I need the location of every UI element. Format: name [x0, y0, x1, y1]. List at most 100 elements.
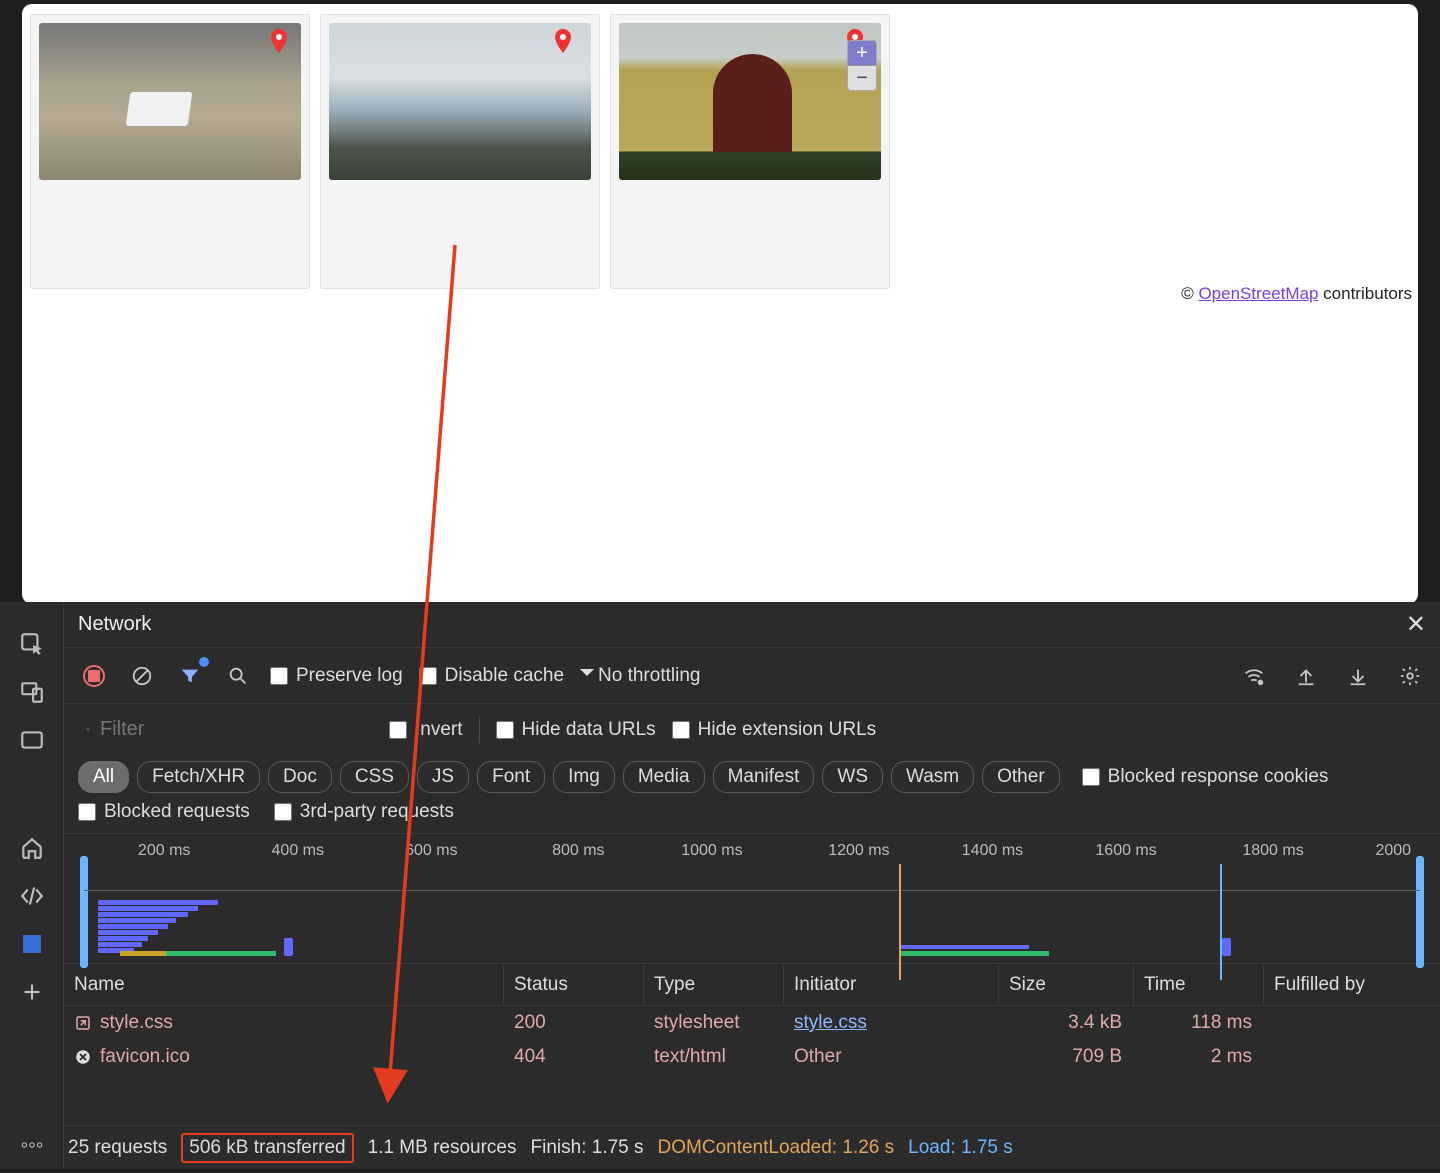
- timeline-tick: 1200 ms: [828, 842, 889, 860]
- table-row[interactable]: style.css 200 stylesheet style.css 3.4 k…: [64, 1006, 1440, 1040]
- request-status: 404: [504, 1046, 644, 1068]
- request-size: 709 B: [999, 1046, 1134, 1068]
- invert-checkbox[interactable]: Invert: [389, 719, 463, 741]
- more-icon[interactable]: [0, 1121, 64, 1169]
- zoom-in-button[interactable]: +: [848, 41, 876, 65]
- timeline-tick: 200 ms: [138, 842, 190, 860]
- request-name: favicon.ico: [100, 1046, 190, 1068]
- status-requests: 25 requests: [68, 1137, 167, 1159]
- disable-cache-checkbox[interactable]: Disable cache: [419, 665, 564, 687]
- timeline-tick: 800 ms: [552, 842, 604, 860]
- type-filter-chips: All Fetch/XHR Doc CSS JS Font Img Media …: [64, 755, 1440, 797]
- initiator-link[interactable]: style.css: [794, 1012, 867, 1033]
- timeline-waterfall: [98, 900, 218, 954]
- clear-button[interactable]: [126, 660, 158, 692]
- devtools-rail: [0, 602, 64, 1169]
- filter-row: Invert Hide data URLs Hide extension URL…: [64, 704, 1440, 755]
- request-name: style.css: [100, 1012, 173, 1034]
- chip-wasm[interactable]: Wasm: [891, 761, 974, 793]
- request-time: 2 ms: [1134, 1046, 1264, 1068]
- map-card: [320, 14, 600, 289]
- status-domcontentloaded: DOMContentLoaded: 1.26 s: [658, 1137, 895, 1159]
- add-panel-icon[interactable]: [0, 968, 64, 1016]
- filter-toggle-icon[interactable]: [174, 660, 206, 692]
- timeline-tick: 400 ms: [272, 842, 324, 860]
- filter-input[interactable]: [78, 712, 373, 747]
- network-status-bar: 25 requests 506 kB transferred 1.1 MB re…: [64, 1125, 1440, 1169]
- preserve-log-checkbox[interactable]: Preserve log: [270, 665, 403, 687]
- window-icon[interactable]: [0, 716, 64, 764]
- col-type[interactable]: Type: [644, 964, 784, 1005]
- request-time: 118 ms: [1134, 1012, 1264, 1034]
- timeline-handle-right[interactable]: [1416, 856, 1424, 968]
- device-toggle-icon[interactable]: [0, 668, 64, 716]
- hide-data-urls-checkbox[interactable]: Hide data URLs: [496, 719, 656, 741]
- network-conditions-icon[interactable]: [1238, 660, 1270, 692]
- throttling-select[interactable]: No throttling: [580, 665, 700, 687]
- network-icon[interactable]: [0, 920, 64, 968]
- hide-extension-urls-checkbox[interactable]: Hide extension URLs: [672, 719, 876, 741]
- network-toolbar: Preserve log Disable cache No throttling: [64, 648, 1440, 704]
- status-finish: Finish: 1.75 s: [531, 1137, 644, 1159]
- request-status: 200: [504, 1012, 644, 1034]
- timeline-tick: 600 ms: [405, 842, 457, 860]
- devtools-panel: Network ✕ Preserve log Disable cache No …: [0, 602, 1440, 1169]
- sources-icon[interactable]: [0, 872, 64, 920]
- timeline-handle-left[interactable]: [80, 856, 88, 968]
- chip-ws[interactable]: WS: [822, 761, 883, 793]
- request-initiator: Other: [784, 1046, 999, 1068]
- chip-doc[interactable]: Doc: [268, 761, 332, 793]
- request-type: text/html: [644, 1046, 784, 1068]
- chip-other[interactable]: Other: [982, 761, 1060, 793]
- timeline-tick: 1400 ms: [962, 842, 1023, 860]
- table-header: Name Status Type Initiator Size Time Ful…: [64, 964, 1440, 1006]
- page-preview: + − © OpenStreetMap contributors: [22, 4, 1418, 604]
- network-table: Name Status Type Initiator Size Time Ful…: [64, 964, 1440, 1125]
- chip-fetch-xhr[interactable]: Fetch/XHR: [137, 761, 260, 793]
- blocked-cookies-checkbox[interactable]: Blocked response cookies: [1082, 766, 1329, 788]
- chip-js[interactable]: JS: [417, 761, 469, 793]
- map-thumbnail: [39, 23, 301, 180]
- chip-css[interactable]: CSS: [340, 761, 409, 793]
- upload-har-icon[interactable]: [1290, 660, 1322, 692]
- third-party-checkbox[interactable]: 3rd-party requests: [274, 801, 454, 823]
- settings-icon[interactable]: [1394, 660, 1426, 692]
- chip-img[interactable]: Img: [553, 761, 615, 793]
- map-card: + −: [610, 14, 890, 289]
- map-card: [30, 14, 310, 289]
- inspect-element-icon[interactable]: [0, 620, 64, 668]
- col-initiator[interactable]: Initiator: [784, 964, 999, 1005]
- status-resources: 1.1 MB resources: [368, 1137, 517, 1159]
- download-har-icon[interactable]: [1342, 660, 1374, 692]
- col-size[interactable]: Size: [999, 964, 1134, 1005]
- timeline-tick: 1000 ms: [681, 842, 742, 860]
- timeline-tick: 1800 ms: [1242, 842, 1303, 860]
- col-fulfilled[interactable]: Fulfilled by: [1264, 964, 1440, 1005]
- table-row[interactable]: favicon.ico 404 text/html Other 709 B 2 …: [64, 1040, 1440, 1074]
- col-time[interactable]: Time: [1134, 964, 1264, 1005]
- search-icon[interactable]: [222, 660, 254, 692]
- timeline-tick: 2000: [1375, 842, 1411, 860]
- col-status[interactable]: Status: [504, 964, 644, 1005]
- osm-link[interactable]: OpenStreetMap: [1198, 284, 1318, 303]
- home-icon[interactable]: [0, 824, 64, 872]
- map-thumbnail: [619, 23, 881, 180]
- network-timeline[interactable]: 200 ms 400 ms 600 ms 800 ms 1000 ms 1200…: [64, 834, 1440, 964]
- chip-all[interactable]: All: [78, 761, 129, 793]
- close-panel-button[interactable]: ✕: [1406, 610, 1426, 639]
- request-type: stylesheet: [644, 1012, 784, 1034]
- chip-manifest[interactable]: Manifest: [713, 761, 815, 793]
- panel-tabbar: Network ✕: [64, 602, 1440, 648]
- chip-font[interactable]: Font: [477, 761, 545, 793]
- osm-attribution: © OpenStreetMap contributors: [1181, 284, 1412, 304]
- chip-media[interactable]: Media: [623, 761, 705, 793]
- blocked-requests-checkbox[interactable]: Blocked requests: [78, 801, 250, 823]
- status-transferred: 506 kB transferred: [181, 1133, 353, 1163]
- zoom-out-button[interactable]: −: [848, 66, 876, 90]
- map-marker-icon: [555, 29, 571, 53]
- map-thumbnail: [329, 23, 591, 180]
- map-marker-icon: [271, 29, 287, 53]
- col-name[interactable]: Name: [64, 964, 504, 1005]
- timeline-tick: 1600 ms: [1095, 842, 1156, 860]
- record-button[interactable]: [78, 660, 110, 692]
